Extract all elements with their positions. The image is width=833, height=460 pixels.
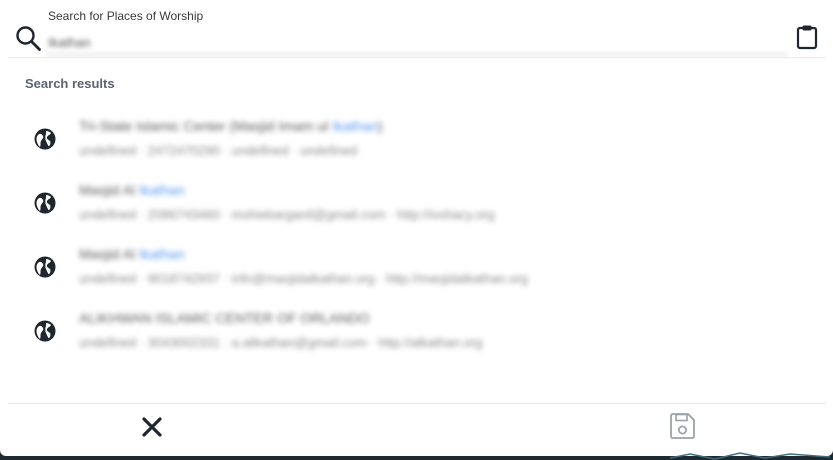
result-subtitle: undefined · 3043002331 · a.alikathan@gma… <box>79 335 483 350</box>
footer-divider <box>8 403 826 404</box>
result-subtitle: undefined · 2472470290 · undefined · und… <box>79 143 358 158</box>
search-dialog: Search for Places of Worship Search resu… <box>0 0 833 456</box>
result-item[interactable]: Masjid Al Ikathan undefined · 2086743460… <box>0 172 833 236</box>
search-input[interactable] <box>46 30 788 55</box>
result-item[interactable]: Masjid Al Ikathan undefined · 9018742937… <box>0 236 833 300</box>
close-icon[interactable] <box>138 413 166 441</box>
result-item[interactable]: Tri-State Islamic Center (Masjid Imam ul… <box>0 108 833 172</box>
search-label: Search for Places of Worship <box>48 9 204 23</box>
globe-icon <box>34 128 56 150</box>
save-icon[interactable] <box>667 411 697 441</box>
result-title: ALIKHWAN ISLAMIC CENTER OF ORLANDO <box>79 310 370 326</box>
result-item[interactable]: ALIKHWAN ISLAMIC CENTER OF ORLANDO undef… <box>0 300 833 364</box>
globe-icon <box>34 256 56 278</box>
result-subtitle: undefined · 2086743460 · mohiebarganil@g… <box>79 207 495 222</box>
globe-icon <box>34 192 56 214</box>
globe-icon <box>34 320 56 342</box>
results-list: Tri-State Islamic Center (Masjid Imam ul… <box>0 108 833 364</box>
result-title: Masjid Al Ikathan <box>79 246 185 262</box>
clipboard-icon[interactable] <box>794 24 820 50</box>
results-heading: Search results <box>25 76 115 91</box>
background-map-strip <box>670 452 830 460</box>
result-title: Tri-State Islamic Center (Masjid Imam ul… <box>79 118 383 134</box>
search-icon[interactable] <box>14 24 42 52</box>
search-divider <box>8 57 826 58</box>
result-title: Masjid Al Ikathan <box>79 182 185 198</box>
result-subtitle: undefined · 9018742937 · info@masjidalka… <box>79 271 528 286</box>
